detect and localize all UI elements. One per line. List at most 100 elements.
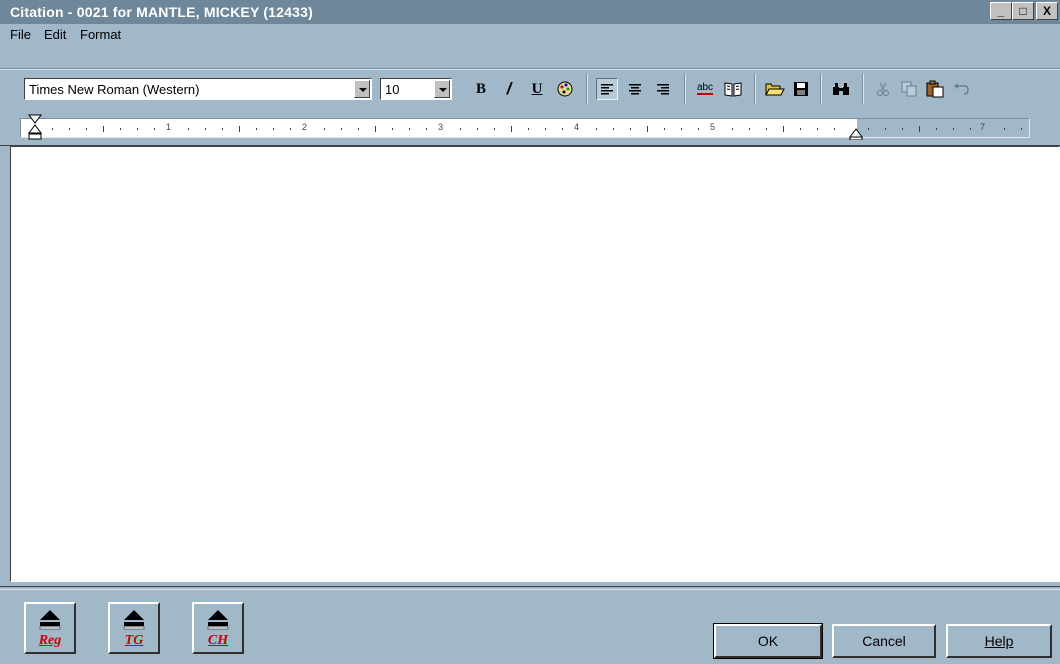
font-size-select[interactable]: 10	[380, 78, 452, 100]
ruler-tick	[324, 128, 325, 130]
save-button[interactable]	[790, 78, 812, 100]
ruler-tick	[511, 126, 512, 132]
toolbar-divider	[754, 74, 756, 104]
cut-button[interactable]	[872, 78, 894, 100]
cancel-button[interactable]: Cancel	[832, 624, 936, 658]
toolbar-separator	[0, 68, 1060, 70]
spellcheck-icon: abc	[696, 82, 714, 95]
italic-icon: /	[506, 79, 512, 98]
size-dropdown-arrow-icon[interactable]	[434, 80, 450, 98]
align-right-icon	[657, 84, 669, 95]
ruler-tick	[1004, 128, 1005, 130]
ruler-tick	[460, 128, 461, 130]
thesaurus-button[interactable]	[722, 78, 744, 100]
ok-button[interactable]: OK	[713, 623, 823, 659]
ruler-number: 4	[574, 122, 580, 132]
ruler-tick	[783, 126, 784, 132]
ruler-tick	[885, 128, 886, 130]
ruler-tick	[273, 128, 274, 130]
open-button[interactable]	[764, 78, 786, 100]
help-button[interactable]: Help	[946, 624, 1052, 658]
menu-bar: File Edit Format	[0, 24, 1060, 46]
binoculars-icon	[833, 83, 849, 95]
help-label: Help	[984, 633, 1014, 649]
ruler-tick	[358, 128, 359, 130]
align-center-icon	[629, 84, 641, 95]
cancel-label: Cancel	[862, 633, 906, 649]
font-name-select[interactable]: Times New Roman (Western)	[24, 78, 372, 100]
maximize-button[interactable]: □	[1012, 2, 1034, 20]
minimize-icon: _	[997, 4, 1005, 18]
font-name-value: Times New Roman (Western)	[29, 82, 200, 97]
font-size-value: 10	[385, 82, 400, 97]
bottom-separator	[0, 586, 1060, 590]
close-button[interactable]: X	[1036, 2, 1058, 20]
window-controls: _ □ X	[990, 2, 1058, 20]
report-button-ch[interactable]: CH	[192, 602, 244, 654]
bold-icon: B	[475, 80, 486, 97]
color-palette-icon	[557, 81, 573, 97]
bold-button[interactable]: B	[470, 78, 492, 100]
ruler-tick	[222, 128, 223, 130]
paste-button[interactable]	[924, 78, 946, 100]
ruler-tick	[477, 128, 478, 130]
ruler-tick	[868, 128, 869, 130]
floppy-disk-icon	[794, 82, 808, 96]
underline-button[interactable]: U	[526, 78, 548, 100]
report-button-reg[interactable]: Reg	[24, 602, 76, 654]
ruler-ticks	[35, 126, 1022, 132]
align-right-button[interactable]	[652, 78, 674, 100]
spellcheck-button[interactable]: abc	[694, 78, 716, 100]
copy-button[interactable]	[898, 78, 920, 100]
ruler-tick	[732, 128, 733, 130]
menu-edit[interactable]: Edit	[44, 27, 66, 42]
ruler-tick	[664, 128, 665, 130]
ruler-tick	[120, 128, 121, 130]
menu-format[interactable]: Format	[80, 27, 121, 42]
ruler-tick	[86, 128, 87, 130]
menu-file[interactable]: File	[10, 27, 31, 42]
ruler-tick	[256, 128, 257, 130]
ruler-tick	[970, 128, 971, 130]
toolbar-divider	[862, 74, 864, 104]
ruler-tick	[290, 128, 291, 130]
font-dropdown-arrow-icon[interactable]	[354, 80, 370, 98]
ruler-tick	[69, 128, 70, 130]
open-folder-icon	[765, 83, 785, 96]
report-label-reg: Reg	[38, 633, 62, 648]
ruler-tick	[953, 128, 954, 130]
undo-icon	[954, 83, 969, 95]
ruler-tick	[103, 126, 104, 132]
align-center-button[interactable]	[624, 78, 646, 100]
undo-button[interactable]	[950, 78, 972, 100]
toolbar-divider	[684, 74, 686, 104]
ruler-number: 5	[710, 122, 716, 132]
ruler-tick	[528, 128, 529, 130]
color-button[interactable]	[554, 78, 576, 100]
clipboard-paste-icon	[926, 80, 944, 98]
ruler-tick	[919, 126, 920, 132]
underline-icon: U	[531, 80, 543, 97]
ruler-tick	[834, 128, 835, 130]
ruler-number: 7	[980, 122, 986, 132]
ruler-tick	[800, 128, 801, 130]
copy-icon	[901, 81, 917, 97]
title-bar: Citation - 0021 for MANTLE, MICKEY (1243…	[0, 0, 1060, 24]
ruler-tick	[647, 126, 648, 132]
ruler-tick	[239, 126, 240, 132]
report-button-tg[interactable]: TG	[108, 602, 160, 654]
minimize-button[interactable]: _	[990, 2, 1012, 20]
italic-button[interactable]: /	[498, 78, 520, 100]
find-button[interactable]	[830, 78, 852, 100]
align-left-icon	[601, 84, 613, 95]
ruler-tick	[613, 128, 614, 130]
ruler[interactable]: 1 2 3 4 5 7	[20, 118, 1030, 138]
ruler-tick	[749, 128, 750, 130]
align-left-button[interactable]	[596, 78, 618, 100]
window-title: Citation - 0021 for MANTLE, MICKEY (1243…	[10, 4, 313, 20]
ruler-number: 2	[302, 122, 308, 132]
ruler-tick	[409, 128, 410, 130]
text-editor-area[interactable]	[10, 146, 1060, 582]
ruler-tick	[392, 128, 393, 130]
ruler-tick	[341, 128, 342, 130]
